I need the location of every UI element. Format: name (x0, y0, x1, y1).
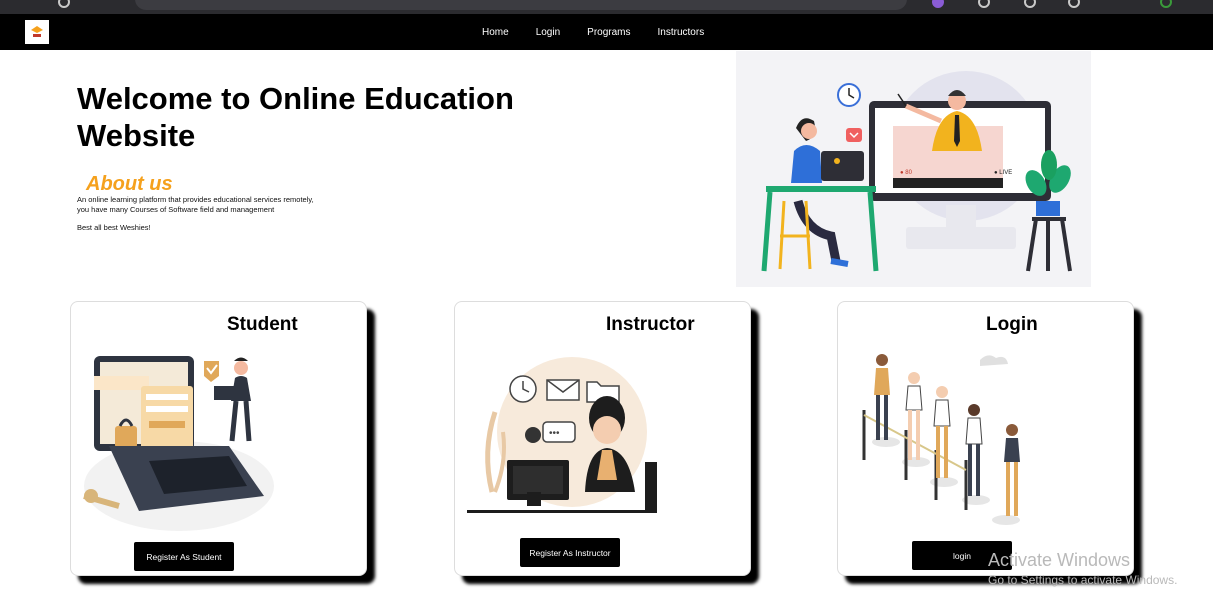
about-signoff: Best all best Weshies! (77, 223, 151, 232)
reload-icon[interactable] (58, 0, 70, 8)
about-text: An online learning platform that provide… (77, 195, 347, 214)
svg-text:● LIVE: ● LIVE (994, 170, 1012, 176)
extensions-icon[interactable] (978, 0, 990, 8)
nav-programs[interactable]: Programs (587, 27, 630, 38)
logo-icon (31, 26, 43, 37)
activate-windows-watermark: Activate Windows Go to Settings to activ… (988, 550, 1177, 587)
site-logo[interactable] (25, 20, 49, 44)
student-card-title: Student (227, 314, 298, 335)
queue-people-illustration (862, 354, 1020, 525)
svg-text:● 80: ● 80 (900, 170, 913, 176)
about-line-1: An online learning platform that provide… (77, 195, 314, 204)
nav-home[interactable]: Home (482, 27, 509, 38)
nav-login[interactable]: Login (536, 27, 560, 38)
support-agent-illustration: ••• (467, 357, 657, 513)
online-class-illustration: ● 80 ● LIVE (736, 51, 1091, 287)
watermark-title: Activate Windows (988, 550, 1131, 570)
play-icon[interactable] (1068, 0, 1080, 8)
instructor-card: Instructor ••• Register As Instructor (454, 301, 751, 576)
login-card-title: Login (986, 314, 1038, 335)
address-bar[interactable] (135, 0, 907, 10)
login-laptop-illustration (83, 356, 274, 531)
watermark-subtitle: Go to Settings to activate Windows. (988, 573, 1178, 587)
profile-icon[interactable] (932, 0, 944, 8)
split-view-icon[interactable] (1024, 0, 1036, 8)
register-instructor-button[interactable]: Register As Instructor (520, 538, 620, 567)
nav-links: Home Login Programs Instructors (482, 14, 731, 50)
register-student-button[interactable]: Register As Student (134, 542, 234, 571)
browser-toolbar (0, 0, 1213, 14)
page-title: Welcome to Online Education Website (77, 81, 514, 153)
svg-text:•••: ••• (549, 428, 560, 439)
login-card: Login login (837, 301, 1134, 576)
student-card: Student Register As Student (70, 301, 367, 576)
account-icon[interactable] (1160, 0, 1172, 8)
instructor-card-title: Instructor (606, 314, 695, 335)
about-heading: About us (86, 173, 173, 195)
about-line-2: you have many Courses of Software field … (77, 204, 275, 214)
navbar: Home Login Programs Instructors (0, 14, 1213, 50)
nav-instructors[interactable]: Instructors (658, 27, 705, 38)
